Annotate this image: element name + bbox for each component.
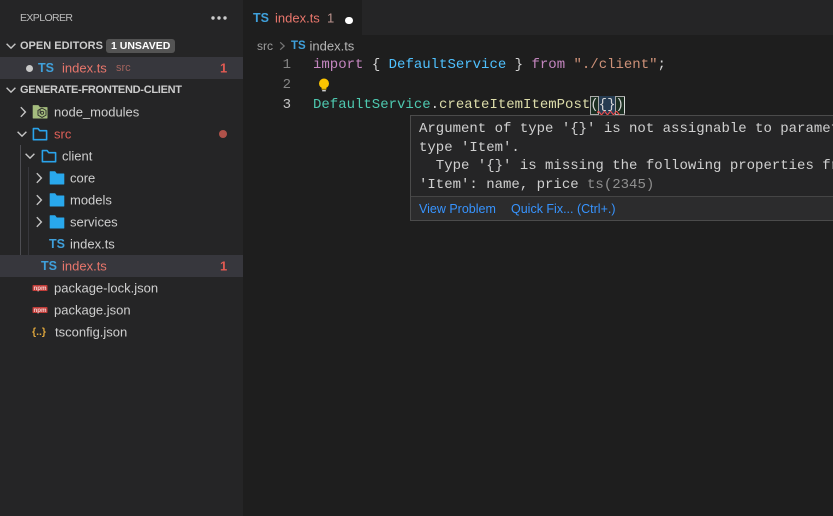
svg-text:npm: npm <box>34 307 47 314</box>
svg-text:npm: npm <box>34 285 47 292</box>
